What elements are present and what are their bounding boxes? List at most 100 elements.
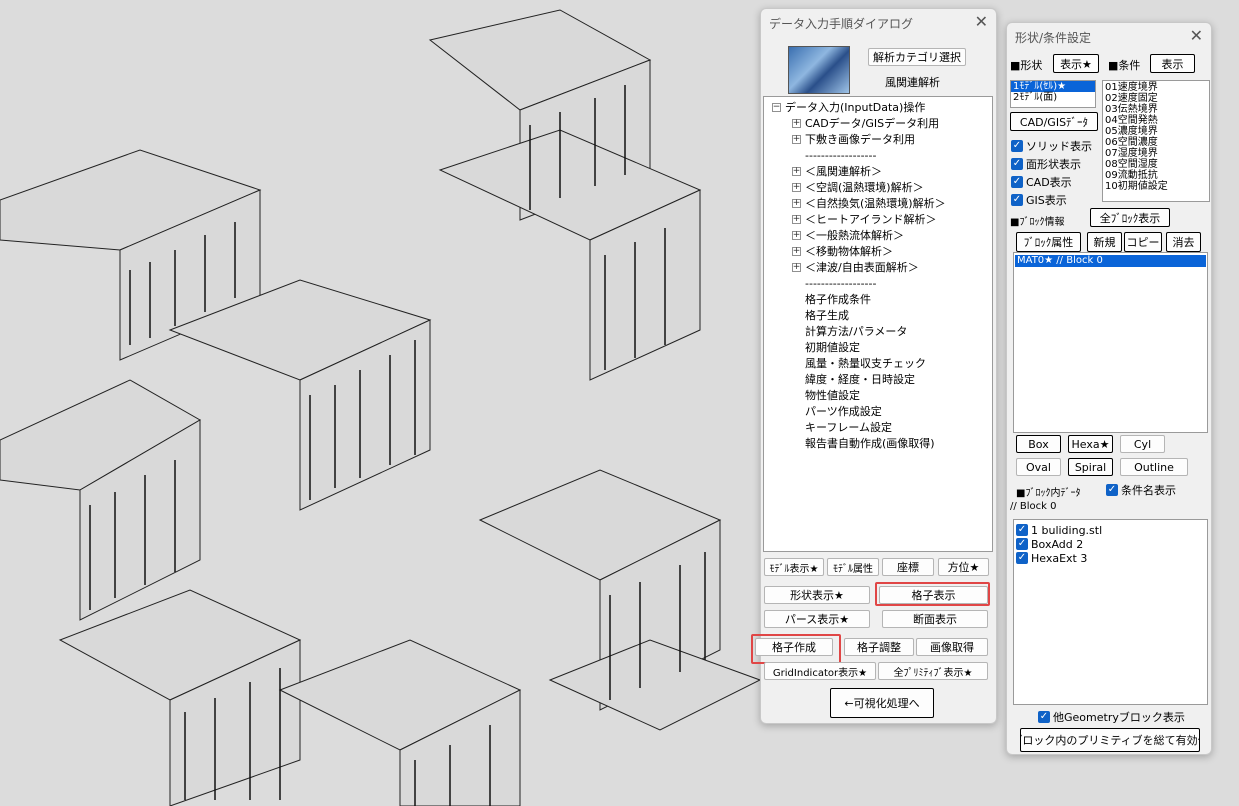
image-capture-button[interactable]: 画像取得 <box>916 638 988 656</box>
tree-item[interactable]: 格子生成 <box>805 307 849 323</box>
expand-icon[interactable]: + <box>792 214 801 224</box>
tree-item[interactable]: + ＜自然換気(温熱環境)解析＞ <box>792 195 946 211</box>
tree-root[interactable]: − データ入力(InputData)操作 <box>772 99 925 115</box>
model-attr-button[interactable]: ﾓﾃﾞﾙ属性 <box>827 558 879 576</box>
tree-item[interactable]: + ＜一般熱流体解析＞ <box>792 227 904 243</box>
list-item[interactable]: MAT0★ // Block 0 <box>1015 255 1206 267</box>
check-icon: ✓ <box>1106 484 1118 496</box>
dialog-title: データ入力手順ダイアログ <box>769 17 914 31</box>
check-icon: ✓ <box>1038 711 1050 723</box>
collapse-icon[interactable]: − <box>772 102 781 112</box>
tree-item[interactable]: 風量・熱量収支チェック <box>805 355 926 371</box>
tree-separator: ------------------ <box>805 148 877 162</box>
perspective-button[interactable]: パース表示★ <box>764 610 870 628</box>
grid-adjust-button[interactable]: 格子調整 <box>844 638 914 656</box>
shape-show-button[interactable]: 表示★ <box>1053 54 1099 73</box>
tree-item[interactable]: 初期値設定 <box>805 339 860 355</box>
model-list[interactable]: 1ﾓﾃﾞﾙ(ｾﾙ)★ 2ﾓﾃﾞﾙ(面) <box>1010 80 1096 108</box>
cad-gis-data-button[interactable]: CAD/GISﾃﾞｰﾀ <box>1010 112 1098 131</box>
list-item[interactable]: 01速度境界 <box>1103 82 1209 93</box>
other-geometry-checkbox[interactable]: ✓ 他Geometryブロック表示 <box>1038 709 1185 725</box>
surface-display-checkbox[interactable]: ✓ 面形状表示 <box>1011 156 1081 172</box>
all-block-display-button[interactable]: 全ﾌﾞﾛｯｸ表示 <box>1090 208 1170 227</box>
check-icon: ✓ <box>1016 524 1028 536</box>
expand-icon[interactable]: + <box>792 230 801 240</box>
expand-icon[interactable]: + <box>792 262 801 272</box>
spiral-button[interactable]: Spiral <box>1068 458 1113 476</box>
list-item[interactable]: 10初期値設定 <box>1103 181 1209 192</box>
check-icon: ✓ <box>1011 176 1023 188</box>
expand-icon[interactable]: + <box>792 166 801 176</box>
condition-list[interactable]: 01速度境界 02速度固定 03伝熱境界 04空間発熱 05濃度境界 06空間濃… <box>1102 80 1210 202</box>
grid-create-highlight <box>751 634 841 664</box>
list-item[interactable]: 2ﾓﾃﾞﾙ(面) <box>1011 92 1095 103</box>
input-tree-panel: − データ入力(InputData)操作 + CADデータ/GISデータ利用 + 下敷… <box>763 96 993 552</box>
grid-indicator-button[interactable]: GridIndicator表示★ <box>764 662 876 680</box>
block-attr-button[interactable]: ﾌﾞﾛｯｸ属性 <box>1016 232 1081 252</box>
check-icon: ✓ <box>1011 194 1023 206</box>
tree-item[interactable]: 物性値設定 <box>805 387 860 403</box>
tree-item[interactable]: + ＜空調(温熱環境)解析＞ <box>792 179 924 195</box>
tree-item[interactable]: キーフレーム設定 <box>805 419 892 435</box>
condition-name-checkbox[interactable]: ✓ 条件名表示 <box>1106 482 1176 498</box>
shape-display-button[interactable]: 形状表示★ <box>764 586 870 604</box>
copy-block-button[interactable]: コピー <box>1124 232 1162 252</box>
list-item[interactable]: 02速度固定 <box>1103 93 1209 104</box>
list-item[interactable]: 08空間湿度 <box>1103 159 1209 170</box>
model-display-button[interactable]: ﾓﾃﾞﾙ表示★ <box>764 558 824 576</box>
data-item-checkbox[interactable]: ✓ HexaExt 3 <box>1016 551 1205 565</box>
tree-item[interactable]: 緯度・経度・日時設定 <box>805 371 915 387</box>
data-item-checkbox[interactable]: ✓ 1 buliding.stl <box>1016 523 1205 537</box>
expand-icon[interactable]: + <box>792 118 801 128</box>
all-primitive-button[interactable]: 全ﾌﾟﾘﾐﾃｨﾌﾞ表示★ <box>878 662 988 680</box>
expand-icon[interactable]: + <box>792 182 801 192</box>
to-visualize-button[interactable]: ←可視化処理へ <box>830 688 934 718</box>
tree-item[interactable]: + 下敷き画像データ利用 <box>792 131 915 147</box>
tree-item[interactable]: + ＜移動物体解析＞ <box>792 243 893 259</box>
new-block-button[interactable]: 新規 <box>1087 232 1122 252</box>
direction-button[interactable]: 方位★ <box>938 558 989 576</box>
tree-separator: ------------------ <box>805 276 877 290</box>
section-display-button[interactable]: 断面表示 <box>882 610 988 628</box>
list-item[interactable]: 1ﾓﾃﾞﾙ(ｾﾙ)★ <box>1011 81 1095 92</box>
solid-display-checkbox[interactable]: ✓ ソリッド表示 <box>1011 138 1092 154</box>
data-item-checkbox[interactable]: ✓ BoxAdd 2 <box>1016 537 1205 551</box>
delete-block-button[interactable]: 消去 <box>1166 232 1201 252</box>
list-item[interactable]: 09流動抵抗 <box>1103 170 1209 181</box>
block-data-list[interactable]: ✓ 1 buliding.stl ✓ BoxAdd 2 ✓ HexaExt 3 <box>1013 519 1208 705</box>
check-icon: ✓ <box>1011 158 1023 170</box>
list-item[interactable]: 05濃度境界 <box>1103 126 1209 137</box>
box-button[interactable]: Box <box>1016 435 1061 453</box>
check-icon: ✓ <box>1016 552 1028 564</box>
tree-item[interactable]: + ＜ヒートアイランド解析＞ <box>792 211 936 227</box>
oval-button[interactable]: Oval <box>1016 458 1061 476</box>
hexa-button[interactable]: Hexa★ <box>1068 435 1113 453</box>
close-icon[interactable]: ✕ <box>1190 26 1203 45</box>
tree-item[interactable]: + CADデータ/GISデータ利用 <box>792 115 939 131</box>
cad-display-checkbox[interactable]: ✓ CAD表示 <box>1011 174 1072 190</box>
tree-item[interactable]: 報告書自動作成(画像取得) <box>805 435 935 451</box>
block-comment: // Block 0 <box>1010 501 1057 512</box>
enable-all-primitives-button[interactable]: ブロック内のプリミティブを総て有効化 <box>1020 728 1200 752</box>
outline-button[interactable]: Outline <box>1120 458 1188 476</box>
condition-show-button[interactable]: 表示 <box>1150 54 1195 73</box>
list-item[interactable]: 04空間発熱 <box>1103 115 1209 126</box>
list-item[interactable]: 03伝熱境界 <box>1103 104 1209 115</box>
close-icon[interactable]: ✕ <box>975 12 988 31</box>
expand-icon[interactable]: + <box>792 198 801 208</box>
check-icon: ✓ <box>1016 538 1028 550</box>
expand-icon[interactable]: + <box>792 134 801 144</box>
tree-item[interactable]: 計算方法/パラメータ <box>805 323 907 339</box>
expand-icon[interactable]: + <box>792 246 801 256</box>
tree-item[interactable]: + ＜風関連解析＞ <box>792 163 882 179</box>
cyl-button[interactable]: Cyl <box>1120 435 1165 453</box>
coords-button[interactable]: 座標 <box>882 558 934 576</box>
list-item[interactable]: 07湿度境界 <box>1103 148 1209 159</box>
tree-item[interactable]: + ＜津波/自由表面解析＞ <box>792 259 919 275</box>
tree-item[interactable]: パーツ作成設定 <box>805 403 882 419</box>
gis-display-checkbox[interactable]: ✓ GIS表示 <box>1011 192 1067 208</box>
list-item[interactable]: 06空間濃度 <box>1103 137 1209 148</box>
category-select-button[interactable]: 解析カテゴリ選択 <box>868 48 966 66</box>
block-list[interactable]: MAT0★ // Block 0 <box>1013 252 1208 433</box>
tree-item[interactable]: 格子作成条件 <box>805 291 871 307</box>
